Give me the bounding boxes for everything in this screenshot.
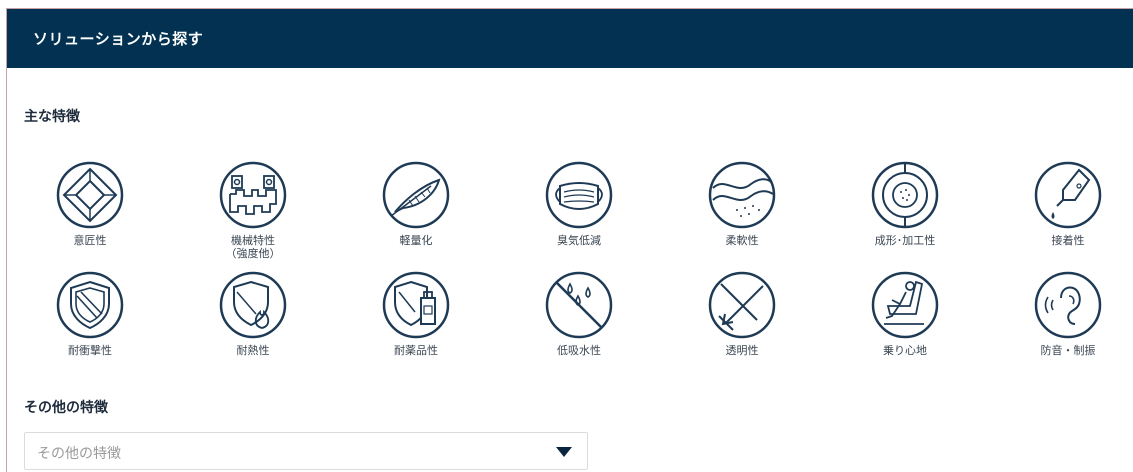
water-drop-icon: [545, 271, 613, 339]
select-placeholder: その他の特徴: [37, 446, 121, 462]
feature-label: 軽量化: [399, 234, 433, 247]
glue-icon: [1034, 161, 1102, 229]
feature-label: 乗り心地: [883, 344, 927, 357]
feature-adhesion[interactable]: 接着性: [1003, 160, 1133, 247]
feature-label: 成形･加工性: [874, 234, 936, 247]
chemical-shield-icon: [382, 271, 450, 339]
feature-lightweight[interactable]: 軽量化: [351, 160, 481, 247]
main-features-title: 主な特徴: [24, 109, 80, 125]
feature-label: 耐薬品性: [394, 344, 438, 357]
feature-design[interactable]: 意匠性: [25, 160, 155, 247]
feature-label: 低吸水性: [557, 344, 601, 357]
feather-icon: [382, 161, 450, 229]
other-features-title: その他の特徴: [24, 400, 108, 416]
ear-icon: [1034, 271, 1102, 339]
feature-label: 接着性: [1051, 234, 1085, 247]
feature-mechanical[interactable]: 機械特性 （強度他）: [188, 160, 318, 260]
gears-icon: [219, 161, 287, 229]
feature-label: 柔軟性: [725, 234, 759, 247]
feature-label: 透明性: [725, 344, 759, 357]
wave-icon: [708, 161, 776, 229]
feature-impact-resistance[interactable]: 耐衝撃性: [25, 270, 155, 357]
feature-heat-resistance[interactable]: 耐熱性: [188, 270, 318, 357]
header-bar: ソリューションから探す: [7, 9, 1133, 68]
feature-label: 機械特性 （強度他）: [225, 234, 281, 260]
heat-shield-icon: [219, 271, 287, 339]
shield-icon: [56, 271, 124, 339]
mold-icon: [871, 161, 939, 229]
feature-label: 意匠性: [73, 234, 107, 247]
feature-label: 防音・制振: [1040, 344, 1096, 357]
diamond-icon: [56, 161, 124, 229]
feature-low-water-absorption[interactable]: 低吸水性: [514, 270, 644, 357]
feature-chemical-resistance[interactable]: 耐薬品性: [351, 270, 481, 357]
transparent-icon: [708, 271, 776, 339]
feature-label: 耐熱性: [236, 344, 270, 357]
feature-ride-comfort[interactable]: 乗り心地: [840, 270, 970, 357]
feature-label: 耐衝撃性: [68, 344, 112, 357]
header-title: ソリューションから探す: [33, 30, 204, 48]
feature-moldability[interactable]: 成形･加工性: [840, 160, 970, 247]
feature-odor[interactable]: 臭気低減: [514, 160, 644, 247]
feature-soundproofing[interactable]: 防音・制振: [1003, 270, 1133, 357]
mask-icon: [545, 161, 613, 229]
chevron-down-icon: [556, 447, 572, 457]
other-features-select[interactable]: その他の特徴: [24, 432, 588, 470]
feature-label: 臭気低減: [557, 234, 601, 247]
seat-icon: [871, 271, 939, 339]
feature-flexibility[interactable]: 柔軟性: [677, 160, 807, 247]
feature-transparency[interactable]: 透明性: [677, 270, 807, 357]
